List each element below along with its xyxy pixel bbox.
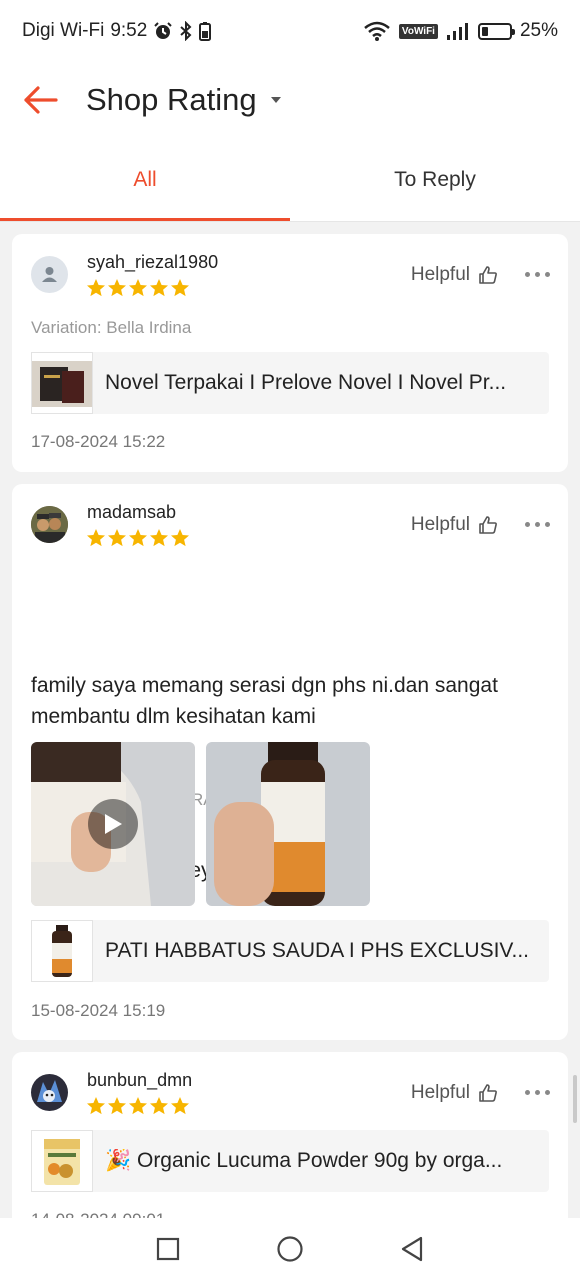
star-rating [86,528,190,548]
scrollbar[interactable] [573,1075,577,1123]
bluetooth-icon [180,21,192,41]
thumbs-up-icon [479,1084,497,1102]
review-card: syah_riezal1980 Helpful Variation: Bella… [12,234,568,472]
star-icon [108,1097,126,1115]
vowifi-badge: VoWiFi [398,23,438,39]
review-card: bunbun_dmn Helpful 🎉 Organic Lucuma Powd… [12,1052,568,1218]
review-text: family saya memang serasi dgn phs ni.dan… [31,674,498,728]
star-icon [108,529,126,547]
alarm-icon [154,22,173,39]
play-icon[interactable] [88,799,138,849]
star-icon [87,279,105,297]
helpful-button[interactable]: Helpful [411,514,498,536]
page-title[interactable]: Shop Rating [86,82,257,118]
thumbs-up-icon [479,516,497,534]
product-thumbnail [31,1130,93,1192]
tab-to-reply[interactable]: To Reply [290,138,580,221]
recent-apps-icon[interactable] [156,1237,180,1261]
star-icon [150,1097,168,1115]
star-icon [171,529,189,547]
home-icon[interactable] [276,1235,304,1263]
star-icon [150,279,168,297]
product-link[interactable]: PATI HABBATUS SAUDA I PHS EXCLUSIV... [31,920,549,982]
tab-all[interactable]: All [0,138,290,221]
review-card: madamsab Helpful Variation: PHS NATURAL … [12,484,568,1040]
review-photo[interactable] [206,742,370,906]
review-video[interactable] [31,742,195,906]
star-icon [108,279,126,297]
review-list[interactable]: syah_riezal1980 Helpful Variation: Bella… [0,222,580,1218]
helpful-label: Helpful [410,514,470,535]
more-options-button[interactable] [525,272,550,277]
status-bar: Digi Wi-Fi 9:52 VoWiFi 25% [0,0,580,62]
star-icon [129,279,147,297]
variation-label: Variation: Bella Irdina [31,318,192,337]
product-name: PATI HABBATUS SAUDA I PHS EXCLUSIV... [105,939,530,962]
star-icon [87,529,105,547]
wifi-icon [364,21,390,41]
battery-percent: 25% [519,20,558,41]
product-name: Novel Terpakai I Prelove Novel I Novel P… [105,371,507,394]
navigation-bar [0,1218,580,1280]
product-link[interactable]: Novel Terpakai I Prelove Novel I Novel P… [31,352,549,414]
header: Shop Rating [0,62,580,138]
signal-icon [446,23,468,40]
reviewer-name: syah_riezal1980 [87,252,219,272]
clock: 9:52 [110,20,148,41]
more-options-button[interactable] [525,1090,550,1095]
star-rating [86,278,190,298]
reviewer-name: madamsab [87,502,177,522]
product-name: 🎉 Organic Lucuma Powder 90g by orga... [105,1149,503,1172]
star-icon [171,279,189,297]
helpful-label: Helpful [410,1082,470,1103]
star-icon [150,529,168,547]
avatar[interactable] [31,256,68,293]
product-link[interactable]: 🎉 Organic Lucuma Powder 90g by orga... [31,1130,549,1192]
battery-icon [477,22,515,40]
reviewer-name: bunbun_dmn [87,1070,193,1090]
star-icon [171,1097,189,1115]
helpful-button[interactable]: Helpful [411,264,498,286]
helpful-button[interactable]: Helpful [411,1082,498,1104]
product-thumbnail [31,920,93,982]
avatar[interactable] [31,1074,68,1111]
tab-bar: All To Reply [0,138,580,222]
star-icon [129,1097,147,1115]
user-icon [42,267,57,282]
star-icon [87,1097,105,1115]
helpful-label: Helpful [410,264,470,285]
thumbs-up-icon [479,266,497,284]
carrier-label: Digi Wi-Fi [22,20,105,41]
arrow-left-icon [24,86,58,114]
star-rating [86,1096,190,1116]
review-date: 17-08-2024 15:22 [31,432,166,451]
review-date: 14-08-2024 09:01 [31,1210,165,1218]
avatar[interactable] [31,506,68,543]
battery-small-icon [199,22,212,41]
back-nav-icon[interactable] [400,1236,424,1262]
star-icon [129,529,147,547]
more-options-button[interactable] [525,522,550,527]
review-date: 15-08-2024 15:19 [31,1001,166,1020]
product-thumbnail [31,352,93,414]
back-button[interactable] [0,62,80,138]
caret-down-icon[interactable] [270,97,281,103]
